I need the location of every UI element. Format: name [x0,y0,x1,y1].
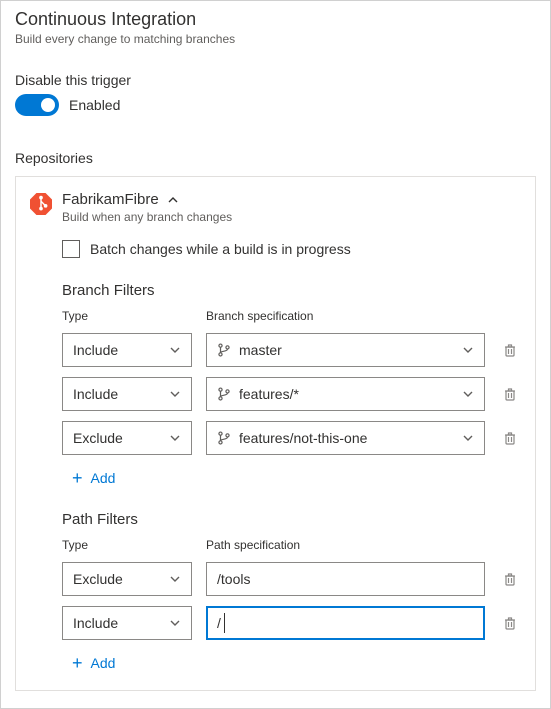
repositories-heading: Repositories [15,150,536,166]
chevron-down-icon [462,432,474,444]
branch-spec-value: features/not-this-one [239,430,462,446]
page-title: Continuous Integration [15,9,536,30]
path-spec-input[interactable]: /tools [206,562,485,596]
filter-type-select[interactable]: Exclude [62,562,192,596]
select-value: Exclude [73,430,123,446]
path-spec-value: / [217,615,221,631]
page-subtitle: Build every change to matching branches [15,32,536,46]
disable-trigger-toggle[interactable] [15,94,59,116]
repository-name: FabrikamFibre [62,191,159,208]
toggle-knob [41,98,55,112]
chevron-down-icon [169,344,181,356]
delete-filter-button[interactable] [499,427,521,449]
select-value: Include [73,386,118,402]
plus-icon: + [72,469,83,487]
batch-changes-checkbox[interactable] [62,240,80,258]
filter-type-select[interactable]: Exclude [62,421,192,455]
chevron-up-icon [167,194,179,206]
add-label: Add [91,655,116,671]
branch-spec-column-header: Branch specification [206,309,485,323]
select-value: Exclude [73,571,123,587]
branch-spec-value: features/* [239,386,462,402]
delete-filter-button[interactable] [499,612,521,634]
branch-icon [217,431,231,445]
toggle-state-label: Enabled [69,97,120,113]
chevron-down-icon [462,388,474,400]
repository-card: FabrikamFibre Build when any branch chan… [15,176,536,691]
chevron-down-icon [169,432,181,444]
chevron-down-icon [169,573,181,585]
filter-type-select[interactable]: Include [62,333,192,367]
add-label: Add [91,470,116,486]
batch-changes-label: Batch changes while a build is in progre… [90,241,351,257]
trash-icon [502,342,518,358]
repository-subtitle: Build when any branch changes [62,210,232,224]
add-branch-filter-button[interactable]: + Add [72,469,521,487]
branch-icon [217,387,231,401]
select-value: Include [73,342,118,358]
trash-icon [502,615,518,631]
branch-spec-select[interactable]: master [206,333,485,367]
branch-filters-heading: Branch Filters [62,282,521,299]
branch-icon [217,343,231,357]
branch-filters-grid: Type Branch specification Include master I… [62,309,521,455]
select-value: Include [73,615,118,631]
path-spec-value: /tools [217,571,250,587]
trash-icon [502,571,518,587]
filter-type-select[interactable]: Include [62,606,192,640]
branch-spec-value: master [239,342,462,358]
chevron-down-icon [169,617,181,629]
branch-spec-select[interactable]: features/not-this-one [206,421,485,455]
git-icon [30,193,52,215]
repository-expander[interactable]: FabrikamFibre [62,191,232,208]
delete-filter-button[interactable] [499,568,521,590]
trash-icon [502,430,518,446]
type-column-header: Type [62,538,192,552]
path-spec-column-header: Path specification [206,538,485,552]
disable-trigger-label: Disable this trigger [15,72,536,88]
text-caret [224,613,225,633]
filter-type-select[interactable]: Include [62,377,192,411]
add-path-filter-button[interactable]: + Add [72,654,521,672]
branch-spec-select[interactable]: features/* [206,377,485,411]
delete-filter-button[interactable] [499,383,521,405]
plus-icon: + [72,654,83,672]
delete-filter-button[interactable] [499,339,521,361]
type-column-header: Type [62,309,192,323]
trash-icon [502,386,518,402]
chevron-down-icon [462,344,474,356]
path-filters-heading: Path Filters [62,511,521,528]
path-filters-grid: Type Path specification Exclude/tools Inc… [62,538,521,640]
path-spec-input[interactable]: / [206,606,485,640]
chevron-down-icon [169,388,181,400]
